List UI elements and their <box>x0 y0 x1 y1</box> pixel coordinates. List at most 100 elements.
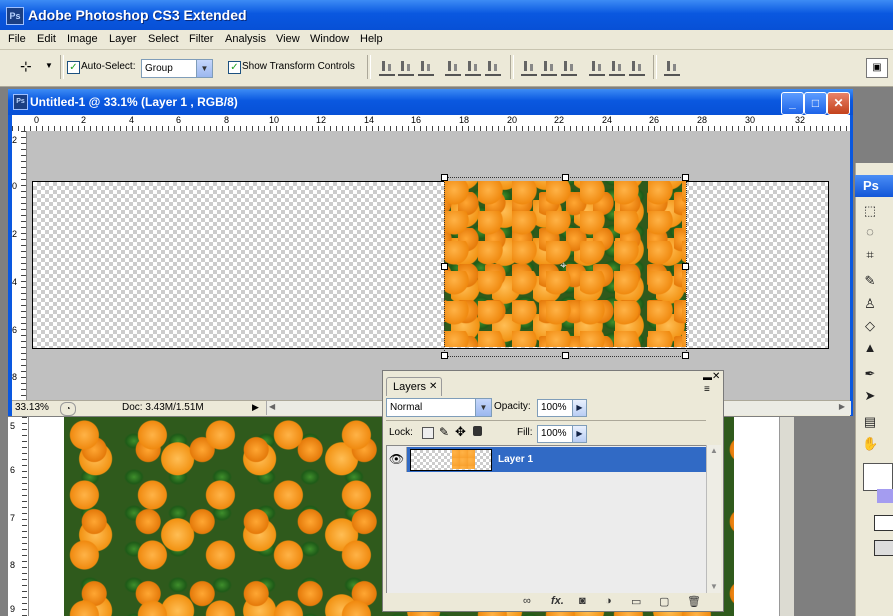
background-vertical-scrollbar[interactable] <box>779 417 794 616</box>
clone-stamp-icon[interactable]: ♙ <box>862 296 878 312</box>
layer-visibility-eye-icon[interactable]: 👁 <box>387 447 407 472</box>
align-bottom-icon[interactable] <box>418 58 434 76</box>
blur-tool-icon[interactable]: ▲ <box>862 340 878 356</box>
screen-mode-icon[interactable] <box>874 540 893 556</box>
maximize-button[interactable]: □ <box>804 92 827 115</box>
notes-tool-icon[interactable]: ▤ <box>862 414 878 430</box>
crosshair-icon: ⌖ <box>560 258 567 272</box>
opacity-label: Opacity: <box>494 401 531 412</box>
new-layer-icon[interactable]: ▢ <box>659 595 669 608</box>
layer-thumbnail[interactable] <box>410 449 492 471</box>
adjustment-layer-icon[interactable]: ◑ <box>605 595 612 607</box>
path-selection-icon[interactable]: ➤ <box>862 388 878 404</box>
fill-input[interactable]: 100% <box>537 425 574 443</box>
distribute-bottom-icon[interactable] <box>561 58 577 76</box>
scroll-right-icon[interactable]: ▶ <box>839 402 845 411</box>
layer-effects-button[interactable]: fx. <box>551 595 564 607</box>
menu-file[interactable]: File <box>8 33 26 45</box>
minimize-button[interactable]: _ <box>781 92 804 115</box>
panel-close-icon[interactable]: ✕ <box>712 371 720 382</box>
show-transform-checkbox[interactable]: ✓ <box>228 61 241 74</box>
transform-handle[interactable] <box>562 174 569 181</box>
distribute-vcenter-icon[interactable] <box>541 58 557 76</box>
tab-close-icon[interactable]: ✕ <box>429 381 437 392</box>
scroll-left-icon[interactable]: ◀ <box>269 402 275 411</box>
opacity-slider-arrow-icon[interactable]: ▶ <box>572 399 587 417</box>
blend-mode-dropdown[interactable]: Normal ▼ <box>386 398 492 417</box>
menu-select[interactable]: Select <box>148 33 179 45</box>
tools-palette-header[interactable]: Ps <box>855 175 893 197</box>
ruler-label: 30 <box>745 115 756 125</box>
transparent-canvas[interactable] <box>32 181 829 349</box>
transform-handle[interactable] <box>562 352 569 359</box>
pen-tool-icon[interactable]: ✒ <box>862 366 878 382</box>
lasso-tool-icon[interactable]: ◌ <box>862 224 878 240</box>
align-hcenter-icon[interactable] <box>465 58 481 76</box>
lock-transparency-icon[interactable] <box>422 427 434 439</box>
eraser-tool-icon[interactable]: ◇ <box>862 318 878 334</box>
foreground-color-swatch[interactable] <box>863 463 893 491</box>
zoom-level[interactable]: 33.13% <box>15 402 49 413</box>
new-group-icon[interactable]: ▭ <box>631 595 641 608</box>
close-button[interactable]: ✕ <box>827 92 850 115</box>
distribute-hcenter-icon[interactable] <box>609 58 625 76</box>
healing-brush-icon[interactable]: ✎ <box>862 273 878 289</box>
menu-analysis[interactable]: Analysis <box>225 33 266 45</box>
status-menu-arrow-icon[interactable]: ▶ <box>252 402 259 413</box>
tools-logo: Ps <box>863 178 879 193</box>
ruler-label: 8 <box>10 560 16 570</box>
marquee-tool-icon[interactable]: ⬚ <box>862 203 878 219</box>
menu-window[interactable]: Window <box>310 33 349 45</box>
document-title-bar[interactable]: Ps Untitled-1 @ 33.1% (Layer 1 , RGB/8) <box>8 89 853 115</box>
panel-menu-icon[interactable]: ≡ <box>704 384 710 395</box>
hand-tool-icon[interactable]: ✋ <box>862 436 878 452</box>
menu-filter[interactable]: Filter <box>189 33 213 45</box>
ruler-label: 22 <box>554 115 565 125</box>
menu-edit[interactable]: Edit <box>37 33 56 45</box>
tool-preset-chevron-icon[interactable]: ▼ <box>45 61 53 70</box>
lock-position-icon[interactable]: ✥ <box>455 424 466 440</box>
panel-collapse-icon[interactable]: ▬ <box>703 372 712 382</box>
add-mask-icon[interactable]: ◙ <box>579 595 586 607</box>
auto-align-layers-icon[interactable] <box>664 58 680 76</box>
delete-layer-trash-icon[interactable]: 🗑 <box>687 595 701 608</box>
scroll-down-icon[interactable]: ▼ <box>710 582 718 591</box>
align-top-icon[interactable] <box>379 58 395 76</box>
background-color-swatch[interactable] <box>877 489 893 503</box>
transform-handle[interactable] <box>441 352 448 359</box>
menu-image[interactable]: Image <box>67 33 98 45</box>
menu-layer[interactable]: Layer <box>109 33 137 45</box>
align-right-icon[interactable] <box>485 58 501 76</box>
auto-select-checkbox[interactable]: ✓ <box>67 61 80 74</box>
layers-vertical-scrollbar[interactable]: ▲ ▼ <box>706 445 721 593</box>
lock-all-icon[interactable] <box>473 426 482 436</box>
bridge-icon[interactable]: ▣ <box>866 58 888 78</box>
align-left-icon[interactable] <box>445 58 461 76</box>
tab-layers[interactable]: Layers ✕ <box>386 377 442 396</box>
distribute-right-icon[interactable] <box>629 58 645 76</box>
menu-view[interactable]: View <box>276 33 300 45</box>
align-vcenter-icon[interactable] <box>398 58 414 76</box>
transform-handle[interactable] <box>682 263 689 270</box>
opacity-input[interactable]: 100% <box>537 399 574 417</box>
layer-name[interactable]: Layer 1 <box>498 454 533 465</box>
distribute-top-icon[interactable] <box>521 58 537 76</box>
move-tool-icon[interactable]: ⊹ <box>20 58 32 75</box>
auto-select-dropdown[interactable]: Group ▼ <box>141 59 213 78</box>
scroll-up-icon[interactable]: ▲ <box>710 446 718 455</box>
distribute-left-icon[interactable] <box>589 58 605 76</box>
transform-handle[interactable] <box>682 174 689 181</box>
crop-tool-icon[interactable]: ⌗ <box>862 247 878 263</box>
menu-help[interactable]: Help <box>360 33 383 45</box>
fill-slider-arrow-icon[interactable]: ▶ <box>572 425 587 443</box>
lock-image-brush-icon[interactable]: ✎ <box>439 425 449 439</box>
ruler-label: 6 <box>12 325 18 335</box>
transform-handle[interactable] <box>441 263 448 270</box>
transform-handle[interactable] <box>682 352 689 359</box>
link-layers-icon[interactable]: ∞ <box>523 595 531 607</box>
ruler-label: 4 <box>129 115 135 125</box>
quick-mask-icon[interactable] <box>874 515 893 531</box>
photoshop-logo-icon: Ps <box>6 7 24 25</box>
status-clock-icon[interactable]: ◔ <box>60 402 76 416</box>
transform-handle[interactable] <box>441 174 448 181</box>
